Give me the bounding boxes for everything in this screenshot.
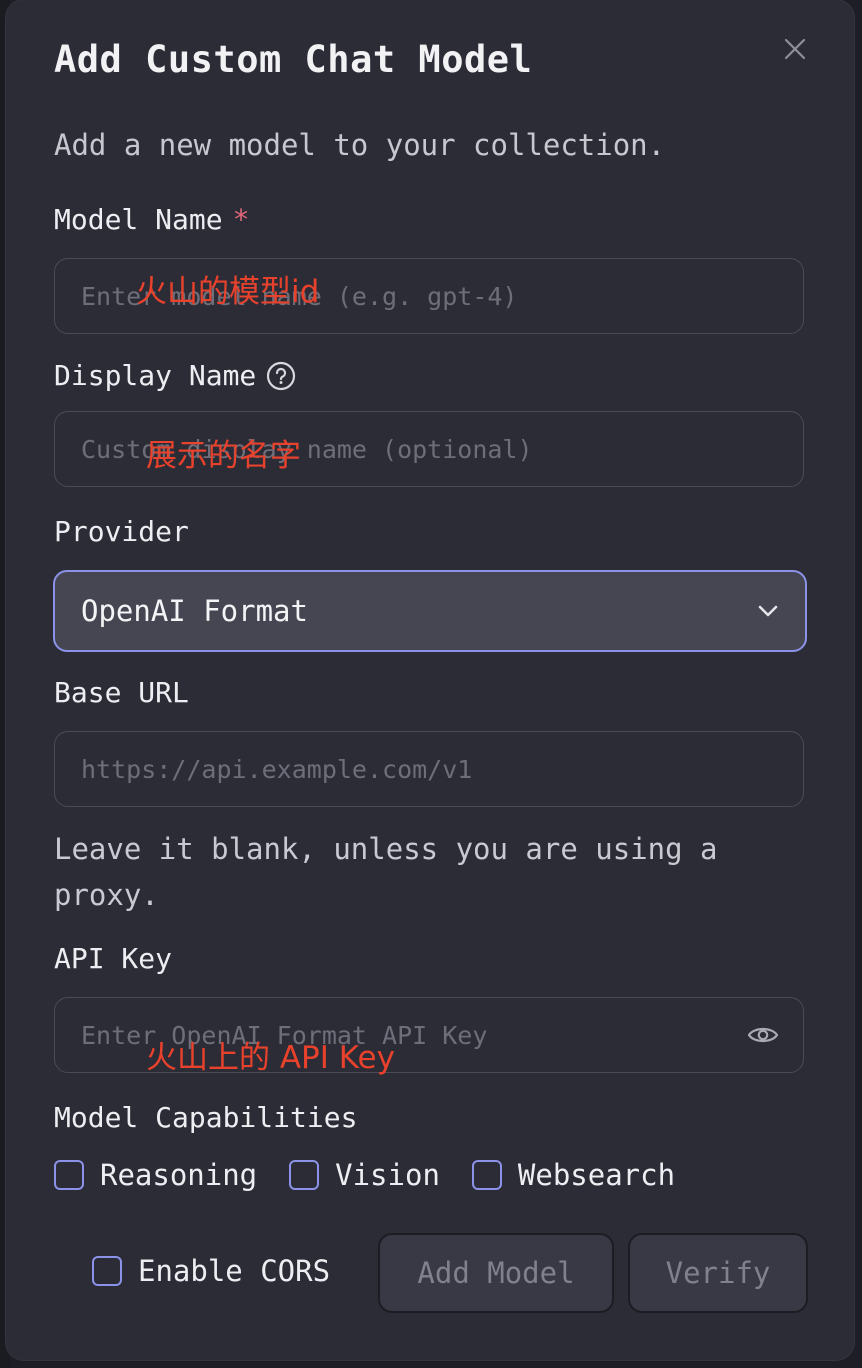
- display-name-field[interactable]: [54, 411, 804, 487]
- websearch-label: Websearch: [517, 1158, 676, 1192]
- api-key-label: API Key: [54, 942, 172, 975]
- base-url-hint: Leave it blank, unless you are using a p…: [54, 832, 718, 912]
- capability-reasoning[interactable]: Reasoning: [54, 1158, 257, 1192]
- dialog-title: Add Custom Chat Model: [54, 38, 533, 81]
- vision-label: Vision: [335, 1158, 440, 1192]
- api-key-input[interactable]: [79, 1019, 747, 1051]
- provider-selected-value: OpenAI Format: [81, 594, 308, 628]
- model-name-label: Model Name *: [54, 203, 249, 236]
- close-icon: [784, 38, 806, 60]
- capability-websearch[interactable]: Websearch: [471, 1158, 676, 1192]
- display-name-input[interactable]: [79, 433, 779, 465]
- reasoning-checkbox[interactable]: [54, 1160, 84, 1190]
- capabilities-group: Reasoning Vision Websearch: [54, 1158, 707, 1192]
- model-name-label-text: Model Name: [54, 203, 223, 236]
- model-name-input[interactable]: [79, 280, 779, 312]
- add-model-button[interactable]: Add Model: [378, 1233, 614, 1313]
- eye-icon[interactable]: [747, 1024, 779, 1046]
- base-url-label: Base URL: [54, 676, 189, 709]
- model-name-field[interactable]: [54, 258, 804, 334]
- required-marker: *: [232, 203, 250, 236]
- base-url-label-text: Base URL: [54, 676, 189, 709]
- dialog-subtitle: Add a new model to your collection.: [54, 128, 666, 162]
- chevron-down-icon: [758, 605, 778, 617]
- provider-select[interactable]: OpenAI Format: [53, 570, 807, 652]
- enable-cors-toggle[interactable]: Enable CORS: [92, 1254, 330, 1288]
- reasoning-label: Reasoning: [100, 1158, 258, 1192]
- base-url-input[interactable]: [79, 753, 779, 785]
- api-key-field[interactable]: [54, 997, 804, 1073]
- close-button[interactable]: [780, 34, 810, 64]
- provider-label: Provider: [54, 515, 189, 548]
- cors-label: Enable CORS: [138, 1254, 331, 1288]
- websearch-checkbox[interactable]: [471, 1160, 502, 1190]
- add-model-dialog: Add Custom Chat Model Add a new model to…: [6, 0, 854, 1360]
- capability-vision[interactable]: Vision: [289, 1158, 440, 1192]
- api-key-label-text: API Key: [54, 942, 173, 975]
- provider-label-text: Provider: [54, 515, 189, 548]
- display-name-label-text: Display Name: [54, 359, 257, 392]
- base-url-field[interactable]: [54, 731, 804, 807]
- verify-button[interactable]: Verify: [628, 1233, 808, 1313]
- capabilities-label: Model Capabilities: [54, 1101, 357, 1134]
- cors-checkbox[interactable]: [92, 1256, 122, 1286]
- vision-checkbox[interactable]: [289, 1160, 320, 1190]
- display-name-label: Display Name: [54, 359, 296, 392]
- capabilities-label-text: Model Capabilities: [54, 1101, 358, 1134]
- help-circle-icon[interactable]: [266, 361, 296, 391]
